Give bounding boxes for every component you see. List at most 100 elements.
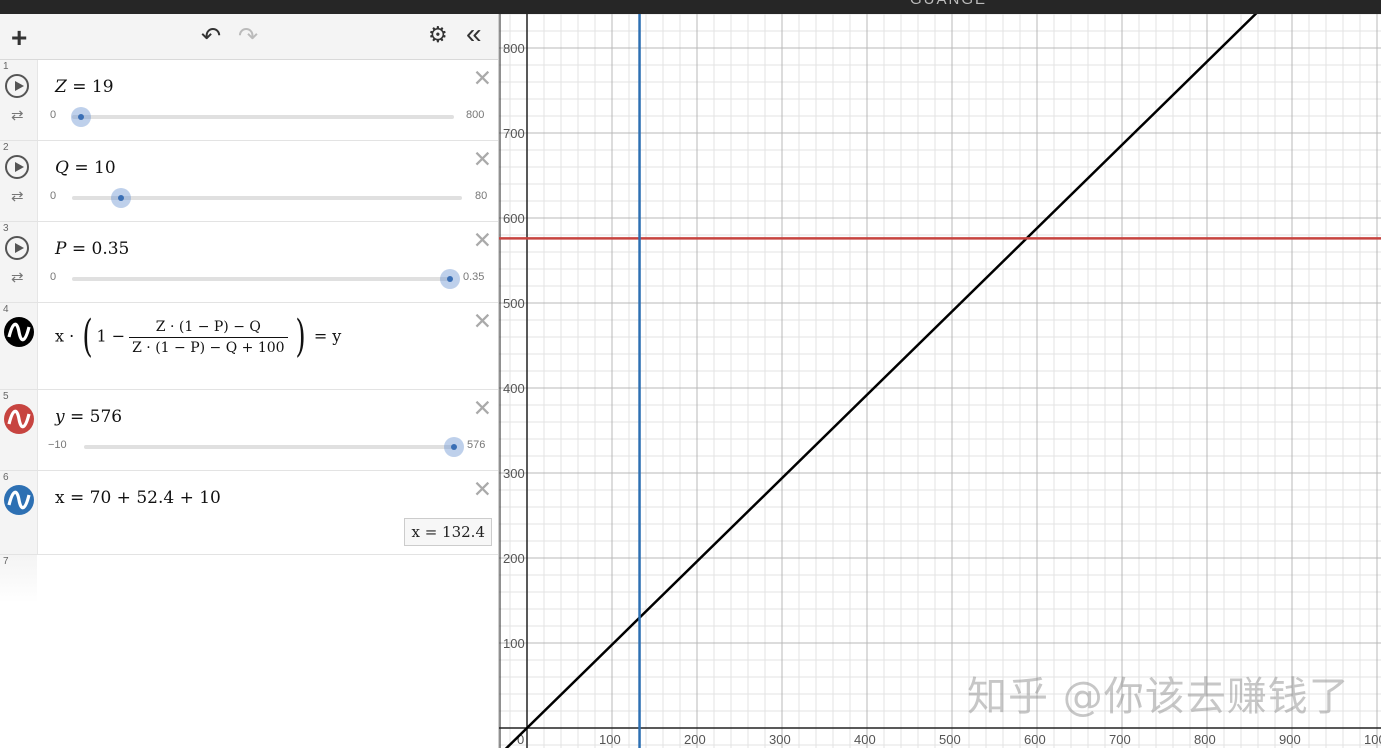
- slider-max[interactable]: 576: [467, 439, 485, 451]
- delete-expression-close-icon[interactable]: ✕: [473, 148, 492, 171]
- expression-toolbar: + ↶ ↷ ⚙ «: [0, 14, 498, 60]
- slider[interactable]: 0 80: [50, 188, 495, 208]
- expression-math[interactable]: P = 0.35: [55, 239, 129, 259]
- y-tick-label: 400: [503, 381, 525, 396]
- play-icon[interactable]: [5, 155, 29, 179]
- delete-expression-close-icon[interactable]: ✕: [473, 67, 492, 90]
- expression-index: 5: [3, 391, 9, 402]
- graph-canvas[interactable]: 0100200300400500600700800900100100200300…: [499, 14, 1381, 748]
- y-tick-label: 700: [503, 126, 525, 141]
- x-tick-label: 500: [939, 732, 961, 747]
- equals-sign: =: [71, 239, 87, 259]
- loop-icon[interactable]: ⇄: [11, 270, 24, 285]
- black-curve-color-icon[interactable]: [4, 317, 34, 347]
- redo-button[interactable]: ↷: [238, 25, 258, 49]
- slider-max[interactable]: 80: [475, 190, 487, 202]
- x-tick-label: 100: [599, 732, 621, 747]
- y-tick-label: 600: [503, 211, 525, 226]
- expression-math[interactable]: x · (1 − Z · (1 − P) − QZ · (1 − P) − Q +…: [55, 315, 341, 359]
- slider-min[interactable]: 0: [50, 271, 56, 283]
- x-tick-label: 200: [684, 732, 706, 747]
- expression-index: 3: [3, 223, 9, 234]
- settings-gear-icon[interactable]: ⚙: [428, 24, 448, 46]
- x-tick-label: 400: [854, 732, 876, 747]
- undo-button[interactable]: ↶: [201, 25, 221, 49]
- line-y-eq-kx: [504, 14, 1258, 748]
- blue-curve-color-icon[interactable]: [4, 485, 34, 515]
- x-tick-label: 700: [1109, 732, 1131, 747]
- right-paren: ): [294, 311, 306, 362]
- x-tick-label: 600: [1024, 732, 1046, 747]
- expression-math[interactable]: Z = 19: [55, 77, 114, 97]
- expression-row-4[interactable]: 4 x · (1 − Z · (1 − P) − QZ · (1 − P) − Q…: [0, 303, 498, 390]
- one-minus: 1 −: [96, 326, 126, 346]
- slider-thumb[interactable]: [71, 107, 92, 127]
- y-tick-label: 200: [503, 551, 525, 566]
- equation-rhs: = y: [313, 326, 342, 346]
- expression-gutter: 1 ⇄: [0, 60, 38, 140]
- expression-index: 1: [3, 61, 9, 72]
- slider-thumb[interactable]: [444, 437, 464, 457]
- equals-sign: =: [72, 77, 87, 97]
- expression-row-2[interactable]: 2 ⇄ Q = 10 0 80 ✕: [0, 141, 498, 222]
- expression-math[interactable]: y = 576: [55, 407, 122, 427]
- slider-min[interactable]: 0: [50, 190, 56, 202]
- top-bar: GUANGE: [0, 0, 1381, 14]
- expression-gutter: 6: [0, 471, 38, 554]
- expression-index: 7: [3, 556, 9, 567]
- slider-max[interactable]: 0.35: [463, 271, 484, 283]
- variable-value: 19: [91, 77, 114, 97]
- collapse-panel-icon[interactable]: «: [466, 20, 482, 48]
- slider-track[interactable]: [84, 445, 454, 449]
- loop-icon[interactable]: ⇄: [11, 108, 24, 123]
- window-title: GUANGE: [910, 0, 987, 8]
- slider[interactable]: 0 800: [50, 107, 495, 127]
- red-curve-color-icon[interactable]: [4, 404, 34, 434]
- x-tick-label: 300: [769, 732, 791, 747]
- expression-row-3[interactable]: 3 ⇄ P = 0.35 0 0.35 ✕: [0, 222, 498, 303]
- slider-track[interactable]: [72, 277, 450, 281]
- expression-gutter: 5: [0, 390, 38, 470]
- expression-index: 2: [3, 142, 9, 153]
- delete-expression-close-icon[interactable]: ✕: [473, 478, 492, 501]
- expression-gutter: 2 ⇄: [0, 141, 38, 221]
- equals-sign: =: [74, 158, 89, 178]
- slider-min[interactable]: 0: [50, 109, 56, 121]
- variable-name: y: [55, 407, 65, 427]
- x-tick-label: 800: [1194, 732, 1216, 747]
- left-paren: (: [82, 311, 94, 362]
- expression-row-7-empty[interactable]: 7: [0, 555, 498, 603]
- slider[interactable]: 0 0.35: [50, 269, 495, 289]
- expression-gutter: 3 ⇄: [0, 222, 38, 302]
- expression-row-1[interactable]: 1 ⇄ Z = 19 0 800 ✕: [0, 60, 498, 141]
- expression-index: 4: [3, 304, 9, 315]
- loop-icon[interactable]: ⇄: [11, 189, 24, 204]
- slider-thumb[interactable]: [440, 269, 460, 289]
- slider-thumb[interactable]: [110, 188, 131, 208]
- slider-track[interactable]: [72, 115, 454, 119]
- graph-svg[interactable]: 0100200300400500600700800900100100200300…: [499, 14, 1381, 748]
- expression-panel: + ↶ ↷ ⚙ « 1 ⇄ Z = 19 0 800 ✕ 2 ⇄ Q = 10 …: [0, 14, 499, 748]
- y-tick-label: 500: [503, 296, 525, 311]
- delete-expression-close-icon[interactable]: ✕: [473, 229, 492, 252]
- expression-math[interactable]: Q = 10: [55, 158, 116, 178]
- lhs-prefix: x ·: [55, 326, 80, 346]
- expression-row-5[interactable]: 5 y = 576 −10 576 ✕: [0, 390, 498, 471]
- variable-value: 576: [89, 407, 123, 427]
- delete-expression-close-icon[interactable]: ✕: [473, 397, 492, 420]
- slider-max[interactable]: 800: [466, 109, 484, 121]
- add-expression-button[interactable]: +: [11, 24, 27, 52]
- y-tick-label: 300: [503, 466, 525, 481]
- equals-sign: =: [70, 407, 85, 427]
- slider-min[interactable]: −10: [48, 439, 67, 451]
- delete-expression-close-icon[interactable]: ✕: [473, 310, 492, 333]
- variable-value: 0.35: [91, 239, 130, 259]
- play-icon[interactable]: [5, 236, 29, 260]
- x-tick-label: 100: [1364, 732, 1381, 747]
- expression-math[interactable]: x = 70 + 52.4 + 10: [55, 488, 221, 508]
- expression-row-6[interactable]: 6 x = 70 + 52.4 + 10 x = 132.4 ✕: [0, 471, 498, 555]
- variable-name: P: [55, 239, 67, 259]
- slider[interactable]: −10 576: [48, 437, 495, 457]
- play-icon[interactable]: [5, 74, 29, 98]
- variable-value: 10: [94, 158, 116, 178]
